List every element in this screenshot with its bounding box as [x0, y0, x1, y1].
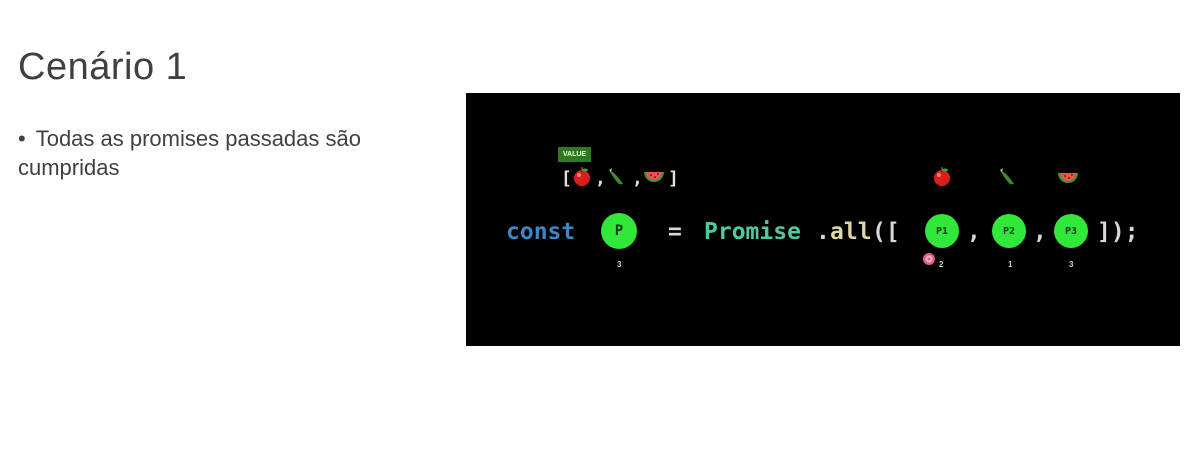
array-close-bracket: ]: [668, 168, 679, 189]
promise-p2-index: 1: [1008, 260, 1013, 269]
code-comma-1: ,: [967, 219, 981, 245]
target-icon: [923, 253, 935, 265]
code-class-name: Promise: [704, 219, 801, 245]
apple-icon: [934, 167, 950, 186]
result-promise-index: 3: [617, 260, 622, 269]
bullet-dot: •: [18, 126, 26, 151]
code-comma-2: ,: [1033, 219, 1047, 245]
slide-title: Cenário 1: [18, 46, 188, 88]
bullet-item: • Todas as promises passadas são cumprida…: [18, 124, 398, 182]
promise-p1-index: 2: [939, 260, 944, 269]
code-open-paren-bracket: ([: [872, 219, 900, 245]
cucumber-icon: [609, 168, 623, 185]
code-dot: .: [816, 219, 830, 245]
cucumber-icon: [1000, 168, 1014, 185]
code-method: all: [830, 219, 872, 245]
bullet-text: Todas as promises passadas são cumpridas: [18, 126, 361, 180]
promise-p3-index: 3: [1069, 260, 1074, 269]
promise-p2-badge: P2: [992, 214, 1026, 248]
code-close-bracket-paren: ]);: [1097, 219, 1139, 245]
promise-p3-badge: P3: [1054, 214, 1088, 248]
value-tag: VALUE: [558, 147, 591, 162]
watermelon-icon: [644, 172, 664, 182]
promise-p1-badge: P1: [925, 214, 959, 248]
code-equals: =: [668, 219, 682, 245]
watermelon-icon: [1058, 173, 1078, 183]
result-promise-badge: P: [601, 213, 637, 249]
apple-icon: [574, 167, 590, 186]
code-keyword: const: [506, 219, 576, 245]
